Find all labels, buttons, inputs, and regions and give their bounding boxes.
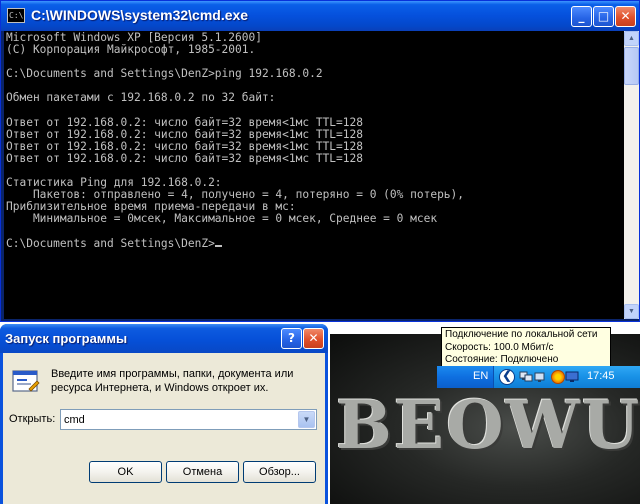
- network-activity-icon[interactable]: [533, 370, 547, 384]
- console-text: Microsoft Windows XP [Версия 5.1.2600] (…: [6, 31, 465, 250]
- run-dialog-description: Введите имя программы, папки, документа …: [51, 368, 294, 394]
- cmd-console-output[interactable]: Microsoft Windows XP [Версия 5.1.2600] (…: [4, 31, 624, 319]
- scrollbar-thumb[interactable]: [624, 47, 639, 85]
- run-dialog-titlebar[interactable]: Запуск программы ? ✕: [0, 324, 328, 353]
- open-input[interactable]: [64, 412, 294, 427]
- cmd-app-icon[interactable]: C:\: [7, 8, 25, 23]
- scroll-up-arrow-icon[interactable]: ▲: [624, 31, 639, 46]
- poster-title: BEOWU: [336, 386, 640, 464]
- show-hidden-icons-button[interactable]: ❮: [499, 369, 515, 385]
- network-status-tooltip: Подключение по локальной сети Скорость: …: [441, 327, 611, 367]
- minimize-button[interactable]: _: [571, 6, 592, 27]
- cmd-window-title: C:\WINDOWS\system32\cmd.exe: [31, 7, 249, 23]
- taskbar-clock[interactable]: 17:45: [587, 370, 615, 382]
- open-combobox[interactable]: ▼: [60, 409, 317, 430]
- open-field-label: Открыть:: [9, 413, 56, 425]
- cmd-vertical-scrollbar[interactable]: ▲ ▼: [624, 31, 639, 319]
- scroll-down-arrow-icon[interactable]: ▼: [624, 304, 639, 319]
- chevron-down-icon[interactable]: ▼: [298, 411, 315, 428]
- cancel-button[interactable]: Отмена: [166, 461, 239, 483]
- cmd-titlebar[interactable]: C:\ C:\WINDOWS\system32\cmd.exe _ □ ✕: [1, 1, 639, 31]
- close-button[interactable]: ✕: [303, 328, 324, 349]
- console-cursor: [214, 244, 222, 247]
- run-program-icon: [12, 370, 40, 392]
- display-settings-icon[interactable]: [565, 370, 579, 384]
- tray-app-icon[interactable]: [551, 370, 565, 384]
- cmd-window: C:\ C:\WINDOWS\system32\cmd.exe _ □ ✕ Mi…: [0, 0, 640, 322]
- taskbar-tray: EN ❮ 17:45: [437, 366, 640, 388]
- ok-button[interactable]: OK: [89, 461, 162, 483]
- run-dialog-title: Запуск программы: [5, 331, 128, 346]
- tooltip-speed: Скорость: 100.0 Мбит/с: [445, 341, 554, 353]
- network-connection-icon[interactable]: [519, 370, 533, 384]
- run-dialog: Запуск программы ? ✕ Введите имя програм…: [0, 324, 328, 504]
- tooltip-connection-name: Подключение по локальной сети: [445, 329, 598, 340]
- language-indicator[interactable]: EN: [473, 370, 488, 382]
- tooltip-state: Состояние: Подключено: [445, 354, 559, 365]
- close-button[interactable]: ✕: [615, 6, 636, 27]
- run-dialog-body: Введите имя программы, папки, документа …: [3, 353, 325, 504]
- browse-button[interactable]: Обзор...: [243, 461, 316, 483]
- maximize-button[interactable]: □: [593, 6, 614, 27]
- help-button[interactable]: ?: [281, 328, 302, 349]
